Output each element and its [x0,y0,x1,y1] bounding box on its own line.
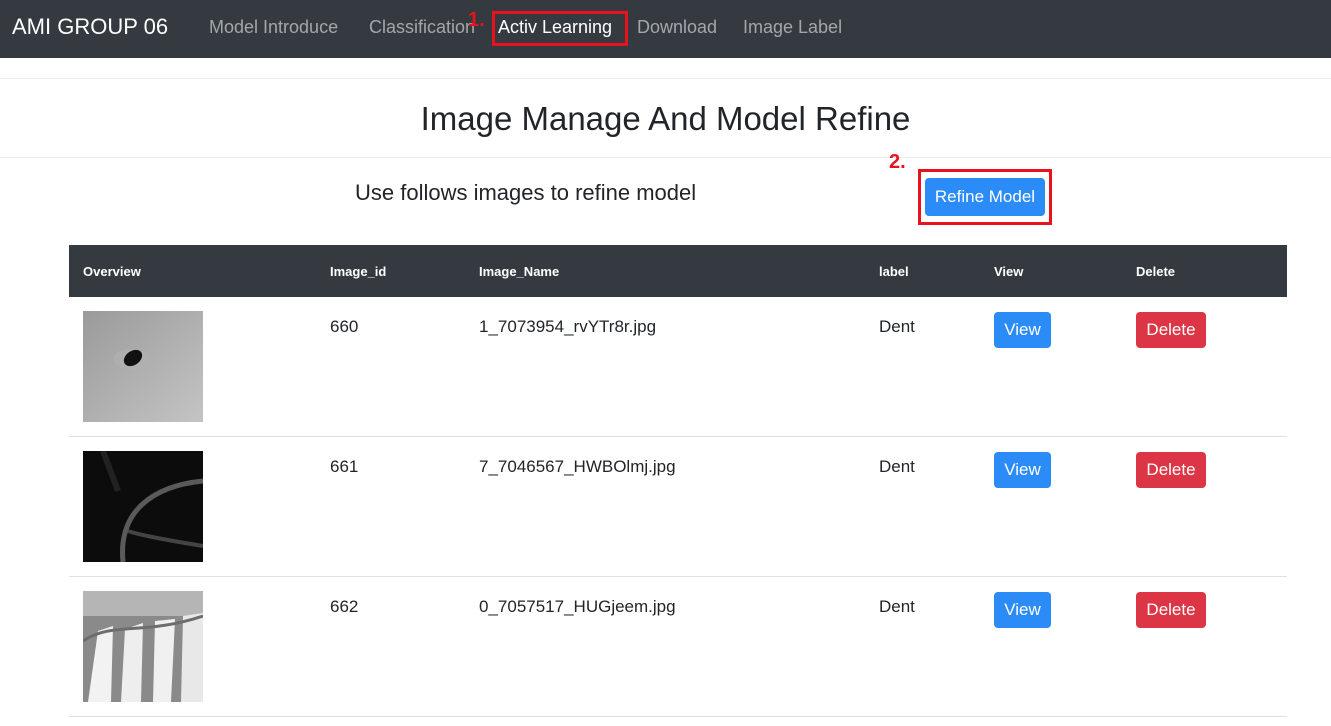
cell-image-name: 7_7046567_HWBOlmj.jpg [479,457,676,476]
cell-label: Dent [879,457,915,476]
annotation-step-1: 1. [468,9,485,31]
annotation-step-2: 2. [889,151,906,173]
header-label: label [879,264,909,279]
cell-image-id: 660 [330,317,359,336]
delete-button[interactable]: Delete [1136,452,1206,488]
image-thumbnail [83,451,203,562]
cell-label: Dent [879,317,915,336]
nav-model-introduce[interactable]: Model Introduce [209,17,338,38]
table-header: Overview Image_id Image_Name label View … [69,245,1287,297]
divider [0,157,1331,158]
view-button[interactable]: View [994,312,1051,348]
table-row: 661 7_7046567_HWBOlmj.jpg Dent View Dele… [69,437,1287,577]
divider [0,78,1331,79]
view-button[interactable]: View [994,452,1051,488]
view-button[interactable]: View [994,592,1051,628]
table-row: 660 1_7073954_rvYTr8r.jpg Dent View Dele… [69,297,1287,437]
table-row: 662 0_7057517_HUGjeem.jpg Dent View Dele… [69,577,1287,717]
delete-button[interactable]: Delete [1136,592,1206,628]
header-image-name: Image_Name [479,264,560,279]
nav-classification[interactable]: Classification [369,17,475,38]
image-thumbnail [83,591,203,702]
cell-image-id: 661 [330,457,359,476]
cell-image-name: 0_7057517_HUGjeem.jpg [479,597,676,616]
section-subtitle: Use follows images to refine model [355,180,697,205]
top-navbar: AMI GROUP 06 Model Introduce Classificat… [0,0,1331,58]
annotation-highlight-nav [492,11,628,46]
header-image-id: Image_id [330,264,387,279]
header-view: View [994,264,1024,279]
image-thumbnail [83,311,203,422]
delete-button[interactable]: Delete [1136,312,1206,348]
cell-label: Dent [879,597,915,616]
cell-image-id: 662 [330,597,359,616]
nav-image-label[interactable]: Image Label [743,17,842,38]
nav-download[interactable]: Download [637,17,717,38]
brand-logo[interactable]: AMI GROUP 06 [12,14,168,40]
header-overview: Overview [83,264,141,279]
refine-model-button[interactable]: Refine Model [925,178,1045,216]
cell-image-name: 1_7073954_rvYTr8r.jpg [479,317,657,336]
page-title: Image Manage And Model Refine [420,100,911,137]
header-delete: Delete [1136,264,1176,279]
